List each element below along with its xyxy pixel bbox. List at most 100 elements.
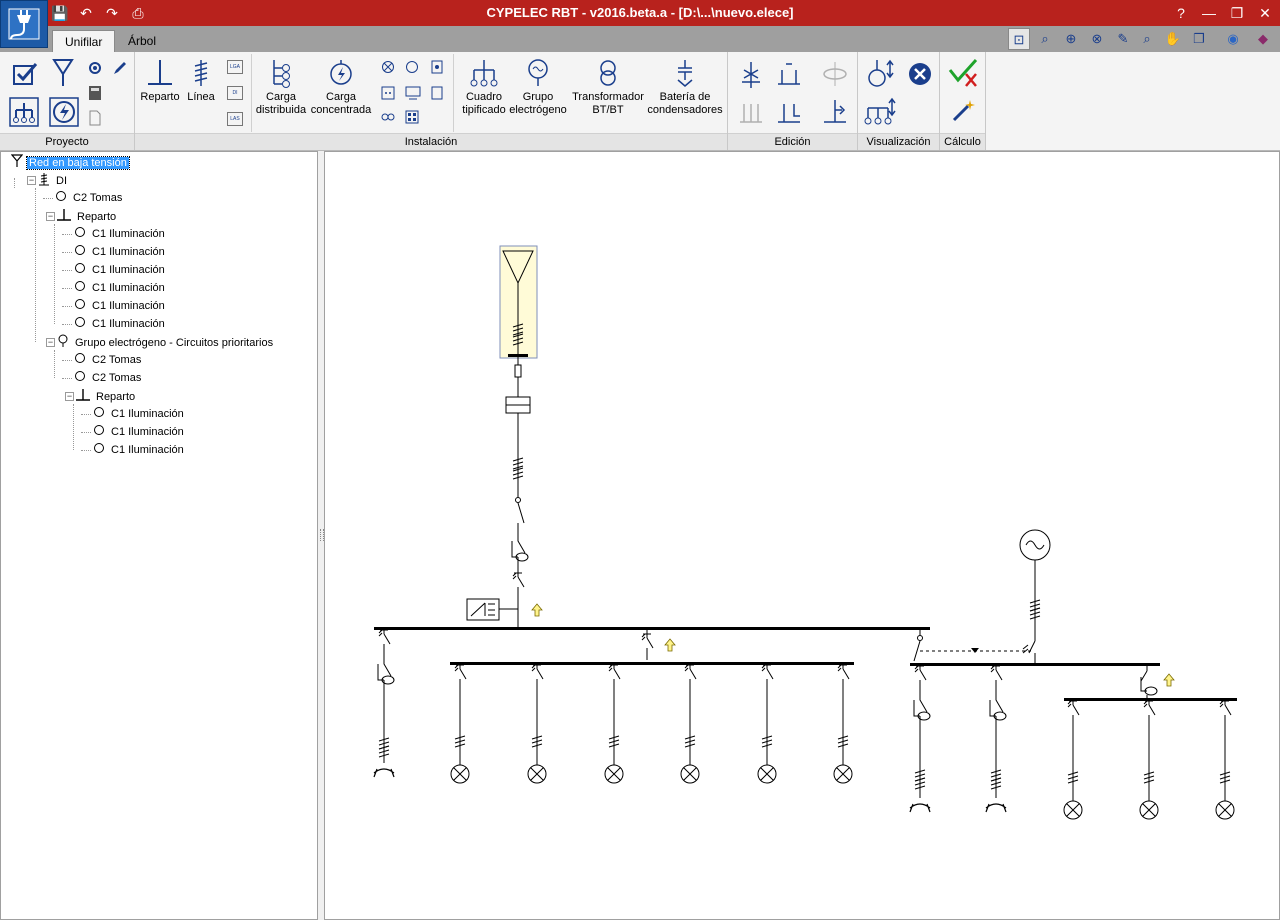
di-button[interactable]: DI [227,86,243,100]
lamp-symbol[interactable] [1063,800,1083,820]
pencil-icon[interactable] [112,60,128,76]
carga-concentrada-button[interactable]: Carga concentrada [309,58,373,117]
network-tree-icon[interactable] [8,96,40,128]
feeder-breaker[interactable] [837,664,850,692]
checkbox-icon[interactable] [12,60,40,86]
feeder-breaker[interactable] [454,664,467,692]
grupo-electrogeno-button[interactable]: Grupo electrógeno [509,58,567,117]
motor-icon[interactable] [405,60,419,74]
differential-switch[interactable] [913,691,931,733]
lamp-symbol[interactable] [833,764,853,784]
lga-button[interactable]: LGA [227,60,243,74]
cable-symbol[interactable] [1219,771,1231,784]
transformador-button[interactable]: Transformador BT/BT [571,58,645,117]
lamp-symbol[interactable] [680,764,700,784]
tree-item[interactable]: Grupo electrógeno - Circuitos prioritari… [57,334,275,350]
carga-distribuida-button[interactable]: Carga distribuida [255,58,307,117]
tree-item[interactable]: C1 Iluminación [93,406,186,422]
tree-expander[interactable]: − [27,176,36,185]
feeder-breaker[interactable] [990,665,1003,693]
app-menu-button[interactable] [0,0,48,48]
diagram-canvas[interactable] [324,151,1280,920]
tree-expander[interactable]: − [65,392,74,401]
zoom-x2-icon[interactable]: ⊗ [1086,28,1108,50]
cuadro-tipificado-button[interactable]: Cuadro tipificado [459,58,509,117]
calculator-icon[interactable] [88,85,102,101]
feeder-breaker[interactable] [761,664,774,692]
socket-symbol[interactable] [985,803,1007,813]
tree-item[interactable]: Reparto [57,208,118,224]
lamp-symbol[interactable] [527,764,547,784]
las-button[interactable]: LAS [227,112,243,126]
cable-symbol[interactable] [1067,771,1079,784]
magic-wand-icon[interactable] [950,96,978,124]
cable-symbol[interactable] [684,735,696,748]
pan-hand-icon[interactable]: ✋ [1162,28,1184,50]
feeder-breaker[interactable] [914,665,927,693]
move-down-icon[interactable] [774,96,804,126]
gear-icon[interactable] [87,60,103,76]
cell-icon[interactable] [431,60,443,74]
antenna-icon[interactable] [52,58,74,88]
zoom-all-icon[interactable]: ⊕ [1060,28,1082,50]
zoom-window-icon[interactable]: ⌕ [1034,28,1056,50]
check-calculate-icon[interactable] [948,58,980,88]
tree-panel[interactable]: Red en baja tensión − DI C2 Tomas − Reparto C1… [0,151,318,920]
lamp-symbol[interactable] [757,764,777,784]
lamp-icon[interactable] [381,60,395,74]
tree-item[interactable]: DI [38,172,69,188]
minimize-button[interactable]: — [1196,2,1222,24]
tree-item[interactable]: Red en baja tensión [10,154,130,171]
oo-icon[interactable] [381,112,395,122]
cable-symbol[interactable] [761,735,773,748]
feeder-breaker[interactable] [608,664,621,692]
linea-button[interactable]: Línea [183,58,219,104]
lighting-feeders[interactable] [450,664,853,784]
feeder-breaker[interactable] [1143,700,1156,728]
document-icon[interactable] [88,110,102,126]
differential-switch[interactable] [989,691,1007,733]
lamp-symbol[interactable] [604,764,624,784]
restore-button[interactable]: ❐ [1224,2,1250,24]
expand-node-icon[interactable] [866,58,896,90]
zoom-previous-icon[interactable]: ✎ [1112,28,1134,50]
single-line-diagram[interactable] [325,152,1279,919]
cable-symbol[interactable] [531,735,543,748]
feeder-breaker[interactable] [1219,700,1232,728]
monitor-icon[interactable] [405,86,421,100]
tree-item[interactable]: C2 Tomas [55,190,124,206]
close-button[interactable]: ✕ [1252,2,1278,24]
tab-unifilar[interactable]: Unifilar [52,30,116,52]
tree-expander[interactable]: − [46,212,55,221]
cable-symbol[interactable] [837,735,849,748]
tab-arbol[interactable]: Árbol [116,30,168,52]
insert-reparto-icon[interactable] [774,60,804,90]
tree-spacing-icon[interactable] [864,96,898,128]
cut-line-icon[interactable] [736,60,766,90]
page-icon[interactable] [431,86,443,100]
socket-symbol[interactable] [909,803,931,813]
cable-symbol[interactable] [914,777,926,790]
tree-item[interactable]: Reparto [76,388,137,404]
redo-icon[interactable]: ↷ [102,3,122,23]
help-button[interactable]: ? [1168,2,1194,24]
socket-icon[interactable] [381,86,395,100]
zoom-magnifier-icon[interactable]: ⌕ [1136,28,1158,50]
reparto-button[interactable]: Reparto [139,58,181,104]
tree-item[interactable]: C1 Iluminación [93,442,186,458]
globe-icon[interactable]: ◉ [1222,28,1244,50]
save-icon[interactable]: 💾 [50,3,70,23]
print-icon[interactable]: ⎙ [128,3,148,23]
feeder-breaker[interactable] [531,664,544,692]
lamp-symbol[interactable] [1139,800,1159,820]
tree-item[interactable]: C1 Iluminación [74,262,167,278]
lightning-panel-icon[interactable] [48,96,80,128]
book-icon[interactable]: ◆ [1252,28,1274,50]
close-circle-icon[interactable] [908,62,932,86]
lamp-symbol[interactable] [450,764,470,784]
tree-item[interactable]: C1 Iluminación [74,244,167,260]
feeder-breaker[interactable] [684,664,697,692]
generator-feeders[interactable] [909,665,1007,813]
tree-item[interactable]: C1 Iluminación [74,226,167,242]
cable-symbol[interactable] [1143,771,1155,784]
